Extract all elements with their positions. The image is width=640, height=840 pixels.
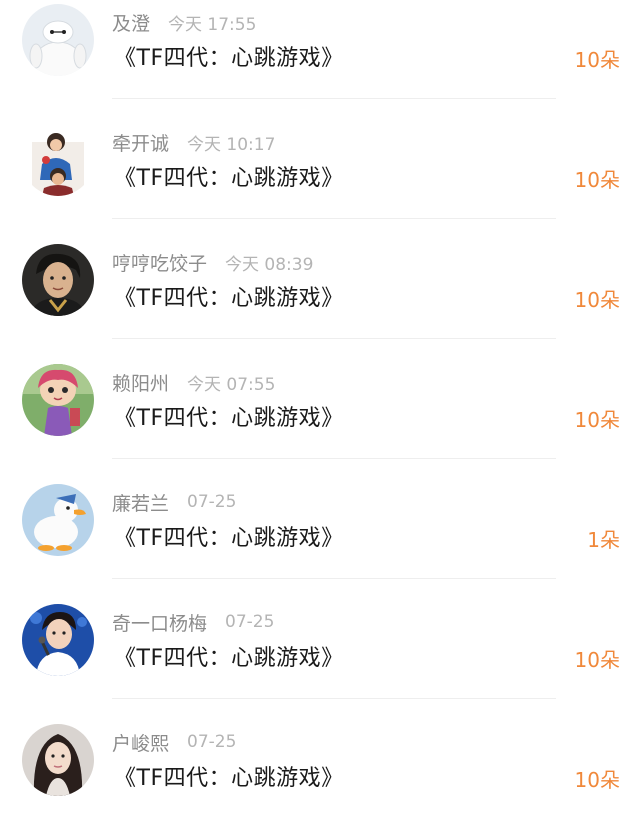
girl-portrait-avatar-icon[interactable] (22, 724, 94, 796)
timestamp: 今天 17:55 (168, 14, 257, 35)
gift-count: 10朵 (574, 648, 620, 672)
item-title[interactable]: 《TF四代：心跳游戏》 (114, 280, 344, 312)
cartoon-girl-avatar-icon[interactable] (22, 364, 94, 436)
list-item[interactable]: 户峻熙 07-25 《TF四代：心跳游戏》 10朵 (0, 720, 640, 840)
username[interactable]: 赖阳州 (112, 369, 169, 396)
timestamp: 07-25 (187, 732, 237, 752)
timestamp: 今天 10:17 (187, 134, 276, 155)
item-meta: 赖阳州 今天 07:55 (112, 368, 275, 396)
username[interactable]: 及澄 (112, 9, 150, 36)
gift-count: 10朵 (574, 408, 620, 432)
timestamp: 今天 08:39 (225, 254, 314, 275)
item-title[interactable]: 《TF四代：心跳游戏》 (114, 640, 344, 672)
divider (112, 338, 556, 339)
item-title[interactable]: 《TF四代：心跳游戏》 (114, 520, 344, 552)
duck-avatar-icon[interactable] (22, 484, 94, 556)
item-title[interactable]: 《TF四代：心跳游戏》 (114, 160, 344, 192)
baymax-avatar-icon[interactable] (22, 4, 94, 76)
gift-record-list: 及澄 今天 17:55 《TF四代：心跳游戏》 10朵 牵开诚 今天 10:17 (0, 0, 640, 820)
item-meta: 及澄 今天 17:55 (112, 8, 256, 36)
timestamp: 07-25 (187, 492, 237, 512)
item-meta: 奇一口杨梅 07-25 (112, 608, 274, 636)
item-meta: 牵开诚 今天 10:17 (112, 128, 275, 156)
gift-count: 10朵 (574, 288, 620, 312)
list-item[interactable]: 奇一口杨梅 07-25 《TF四代：心跳游戏》 10朵 (0, 600, 640, 720)
list-item[interactable]: 哼哼吃饺子 今天 08:39 《TF四代：心跳游戏》 10朵 (0, 240, 640, 360)
divider (112, 458, 556, 459)
username[interactable]: 廉若兰 (112, 489, 169, 516)
list-item[interactable]: 及澄 今天 17:55 《TF四代：心跳游戏》 10朵 (0, 0, 640, 120)
item-title[interactable]: 《TF四代：心跳游戏》 (114, 400, 344, 432)
divider (112, 698, 556, 699)
item-meta: 哼哼吃饺子 今天 08:39 (112, 248, 313, 276)
gift-count: 1朵 (587, 528, 620, 552)
divider (112, 98, 556, 99)
list-item[interactable]: 牵开诚 今天 10:17 《TF四代：心跳游戏》 10朵 (0, 120, 640, 240)
singer-avatar-icon[interactable] (22, 604, 94, 676)
divider (112, 578, 556, 579)
gift-count: 10朵 (574, 48, 620, 72)
timestamp: 07-25 (225, 612, 275, 632)
item-title[interactable]: 《TF四代：心跳游戏》 (114, 40, 344, 72)
timestamp: 今天 07:55 (187, 374, 276, 395)
list-item[interactable]: 赖阳州 今天 07:55 《TF四代：心跳游戏》 10朵 (0, 360, 640, 480)
username[interactable]: 奇一口杨梅 (112, 609, 207, 636)
item-meta: 户峻熙 07-25 (112, 728, 236, 756)
divider (112, 218, 556, 219)
boy-portrait-avatar-icon[interactable] (22, 244, 94, 316)
username[interactable]: 牵开诚 (112, 129, 169, 156)
list-item[interactable]: 廉若兰 07-25 《TF四代：心跳游戏》 1朵 (0, 480, 640, 600)
item-meta: 廉若兰 07-25 (112, 488, 236, 516)
gift-count: 10朵 (574, 768, 620, 792)
kids-photo-avatar-icon[interactable] (22, 124, 94, 196)
username[interactable]: 户峻熙 (112, 729, 169, 756)
item-title[interactable]: 《TF四代：心跳游戏》 (114, 760, 344, 792)
username[interactable]: 哼哼吃饺子 (112, 249, 207, 276)
gift-count: 10朵 (574, 168, 620, 192)
